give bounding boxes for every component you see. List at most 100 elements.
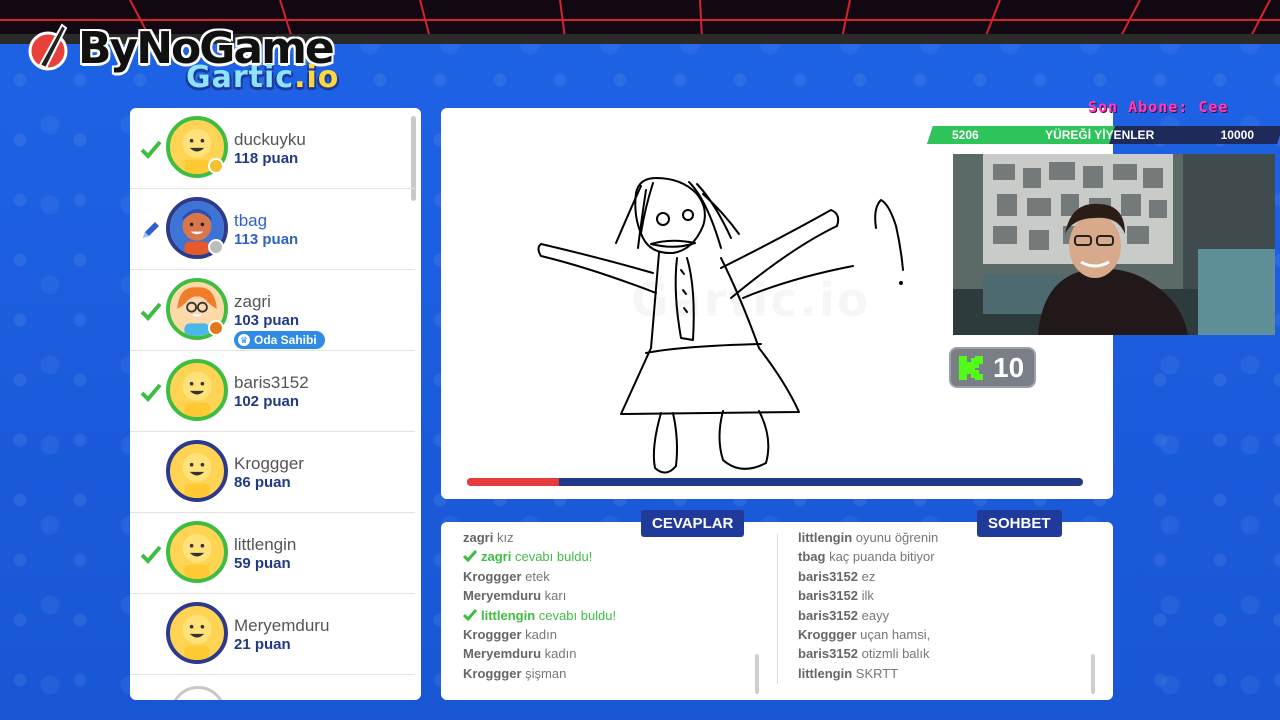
message-user: Kroggger xyxy=(463,568,522,584)
message-user: Kroggger xyxy=(463,626,522,642)
message-text: otizmli balık xyxy=(861,646,930,662)
message-text: eayy xyxy=(861,607,890,623)
goal-current: 5206 xyxy=(952,128,979,142)
player-row: Kroggger 86 puan xyxy=(130,432,415,513)
chat-message: baris3152 otizmli balık xyxy=(798,646,1098,665)
presence-dot xyxy=(208,239,224,255)
gartic-logo-text: Gartic xyxy=(186,60,295,95)
correct-answer-message: littlengin cevabı buldu! xyxy=(463,608,763,627)
player-name: baris3152 xyxy=(234,373,309,392)
message-text: karı xyxy=(544,588,567,604)
message-user: baris3152 xyxy=(798,568,858,584)
message-user: baris3152 xyxy=(798,588,858,604)
message-text: kadın xyxy=(525,626,557,642)
player-name: Meryemduru xyxy=(234,616,330,635)
chat-message: littlengin SKRTT xyxy=(798,666,1098,685)
player-name: littlengin xyxy=(234,535,297,554)
message-user: littlengin xyxy=(798,665,853,681)
gartic-logo: Gartic.io xyxy=(186,60,339,95)
check-icon xyxy=(463,550,477,563)
player-name: Kroggger xyxy=(234,454,304,473)
tab-chat[interactable]: SOHBET xyxy=(977,510,1062,537)
check-icon xyxy=(463,608,477,621)
kick-logo-icon xyxy=(959,355,983,380)
message-text: etek xyxy=(525,568,550,584)
chat-message: baris3152 eayy xyxy=(798,608,1098,627)
chat-scrollbar[interactable] xyxy=(1091,654,1095,694)
check-icon xyxy=(140,302,162,321)
crown-icon: ♛ xyxy=(238,334,250,346)
message-user: Meryemduru xyxy=(463,588,542,604)
webcam-feed xyxy=(953,154,1275,335)
goal-label: YÜREĞİ YİYENLER xyxy=(1045,128,1155,142)
message-text: cevabı buldu! xyxy=(538,607,617,623)
message-text: kaç puanda bitiyor xyxy=(829,549,935,565)
message-text: uçan hamsi, xyxy=(860,626,931,642)
avatar xyxy=(166,602,228,664)
avatar xyxy=(166,359,228,421)
player-name: zagri xyxy=(234,292,271,311)
answer-message: Kroggger etek xyxy=(463,569,763,588)
goal-target: 10000 xyxy=(1220,128,1254,142)
sub-goal-labels: 5206 YÜREĞİ YİYENLER 10000 xyxy=(930,126,1270,144)
player-row: littlengin 59 puan xyxy=(130,513,415,594)
chat-message: baris3152 ez xyxy=(798,569,1098,588)
avatar xyxy=(166,521,228,583)
correct-answer-message: zagri cevabı buldu! xyxy=(463,549,763,568)
answers-list: zagri kız zagri cevabı buldu! Kroggger e… xyxy=(463,530,763,685)
player-name: tbag xyxy=(234,211,268,230)
check-icon xyxy=(140,140,162,159)
player-row: baris3152 102 puan xyxy=(130,351,415,432)
presence-dot xyxy=(208,158,224,174)
message-text: ilk xyxy=(861,588,874,604)
message-text: kadın xyxy=(544,646,577,662)
player-points: 118 puan xyxy=(234,150,299,167)
gartic-logo-tld: .io xyxy=(294,60,340,95)
message-user: tbag xyxy=(798,549,826,565)
player-points: 113 puan xyxy=(234,231,299,248)
round-timer-fill xyxy=(467,478,560,486)
player-row: Meryemduru 21 puan xyxy=(130,594,415,675)
player-row: zagri 103 puan ♛ Oda Sahibi xyxy=(130,270,415,351)
answer-message: Kroggger kadın xyxy=(463,627,763,646)
bynogame-mark-icon xyxy=(28,23,68,71)
kick-counter: 10 xyxy=(949,347,1036,388)
message-text: SKRTT xyxy=(855,665,899,681)
tab-answers[interactable]: CEVAPLAR xyxy=(641,510,745,537)
avatar xyxy=(166,440,228,502)
chat-message: baris3152 ilk xyxy=(798,588,1098,607)
room-owner-label: Oda Sahibi xyxy=(254,333,317,347)
chat-message: tbag kaç puanda bitiyor xyxy=(798,549,1098,568)
answer-message: Meryemduru karı xyxy=(463,588,763,607)
message-text: kız xyxy=(496,530,514,545)
player-points: 86 puan xyxy=(234,474,291,491)
presence-dot xyxy=(208,320,224,336)
message-user: littlengin xyxy=(481,607,536,623)
answers-chat-panel: zagri kız zagri cevabı buldu! Kroggger e… xyxy=(441,522,1113,700)
answer-message: Meryemduru kadın xyxy=(463,646,763,665)
message-user: Kroggger xyxy=(798,626,857,642)
check-icon xyxy=(140,545,162,564)
round-timer-bar xyxy=(467,478,1083,486)
message-text: cevabı buldu! xyxy=(514,549,593,565)
chat-list: littlengin oyunu öğrenin tbag kaç puanda… xyxy=(798,530,1098,685)
player-name: duckuyku xyxy=(234,130,306,149)
message-user: zagri xyxy=(481,549,512,565)
answers-scrollbar[interactable] xyxy=(755,654,759,694)
avatar xyxy=(170,686,226,700)
message-text: oyunu öğrenin xyxy=(855,530,939,545)
message-text: şişman xyxy=(525,665,567,681)
panel-divider xyxy=(777,534,778,684)
pencil-icon xyxy=(143,222,159,238)
message-user: baris3152 xyxy=(798,646,858,662)
message-user: Kroggger xyxy=(463,665,522,681)
check-icon xyxy=(140,383,162,402)
player-points: 102 puan xyxy=(234,393,300,410)
message-user: littlengin xyxy=(798,530,853,545)
message-user: baris3152 xyxy=(798,607,858,623)
message-user: zagri xyxy=(463,530,494,545)
player-points: 59 puan xyxy=(234,555,291,572)
kick-count: 10 xyxy=(993,351,1025,383)
player-row: duckuyku 118 puan xyxy=(130,108,415,189)
message-user: Meryemduru xyxy=(463,646,542,662)
